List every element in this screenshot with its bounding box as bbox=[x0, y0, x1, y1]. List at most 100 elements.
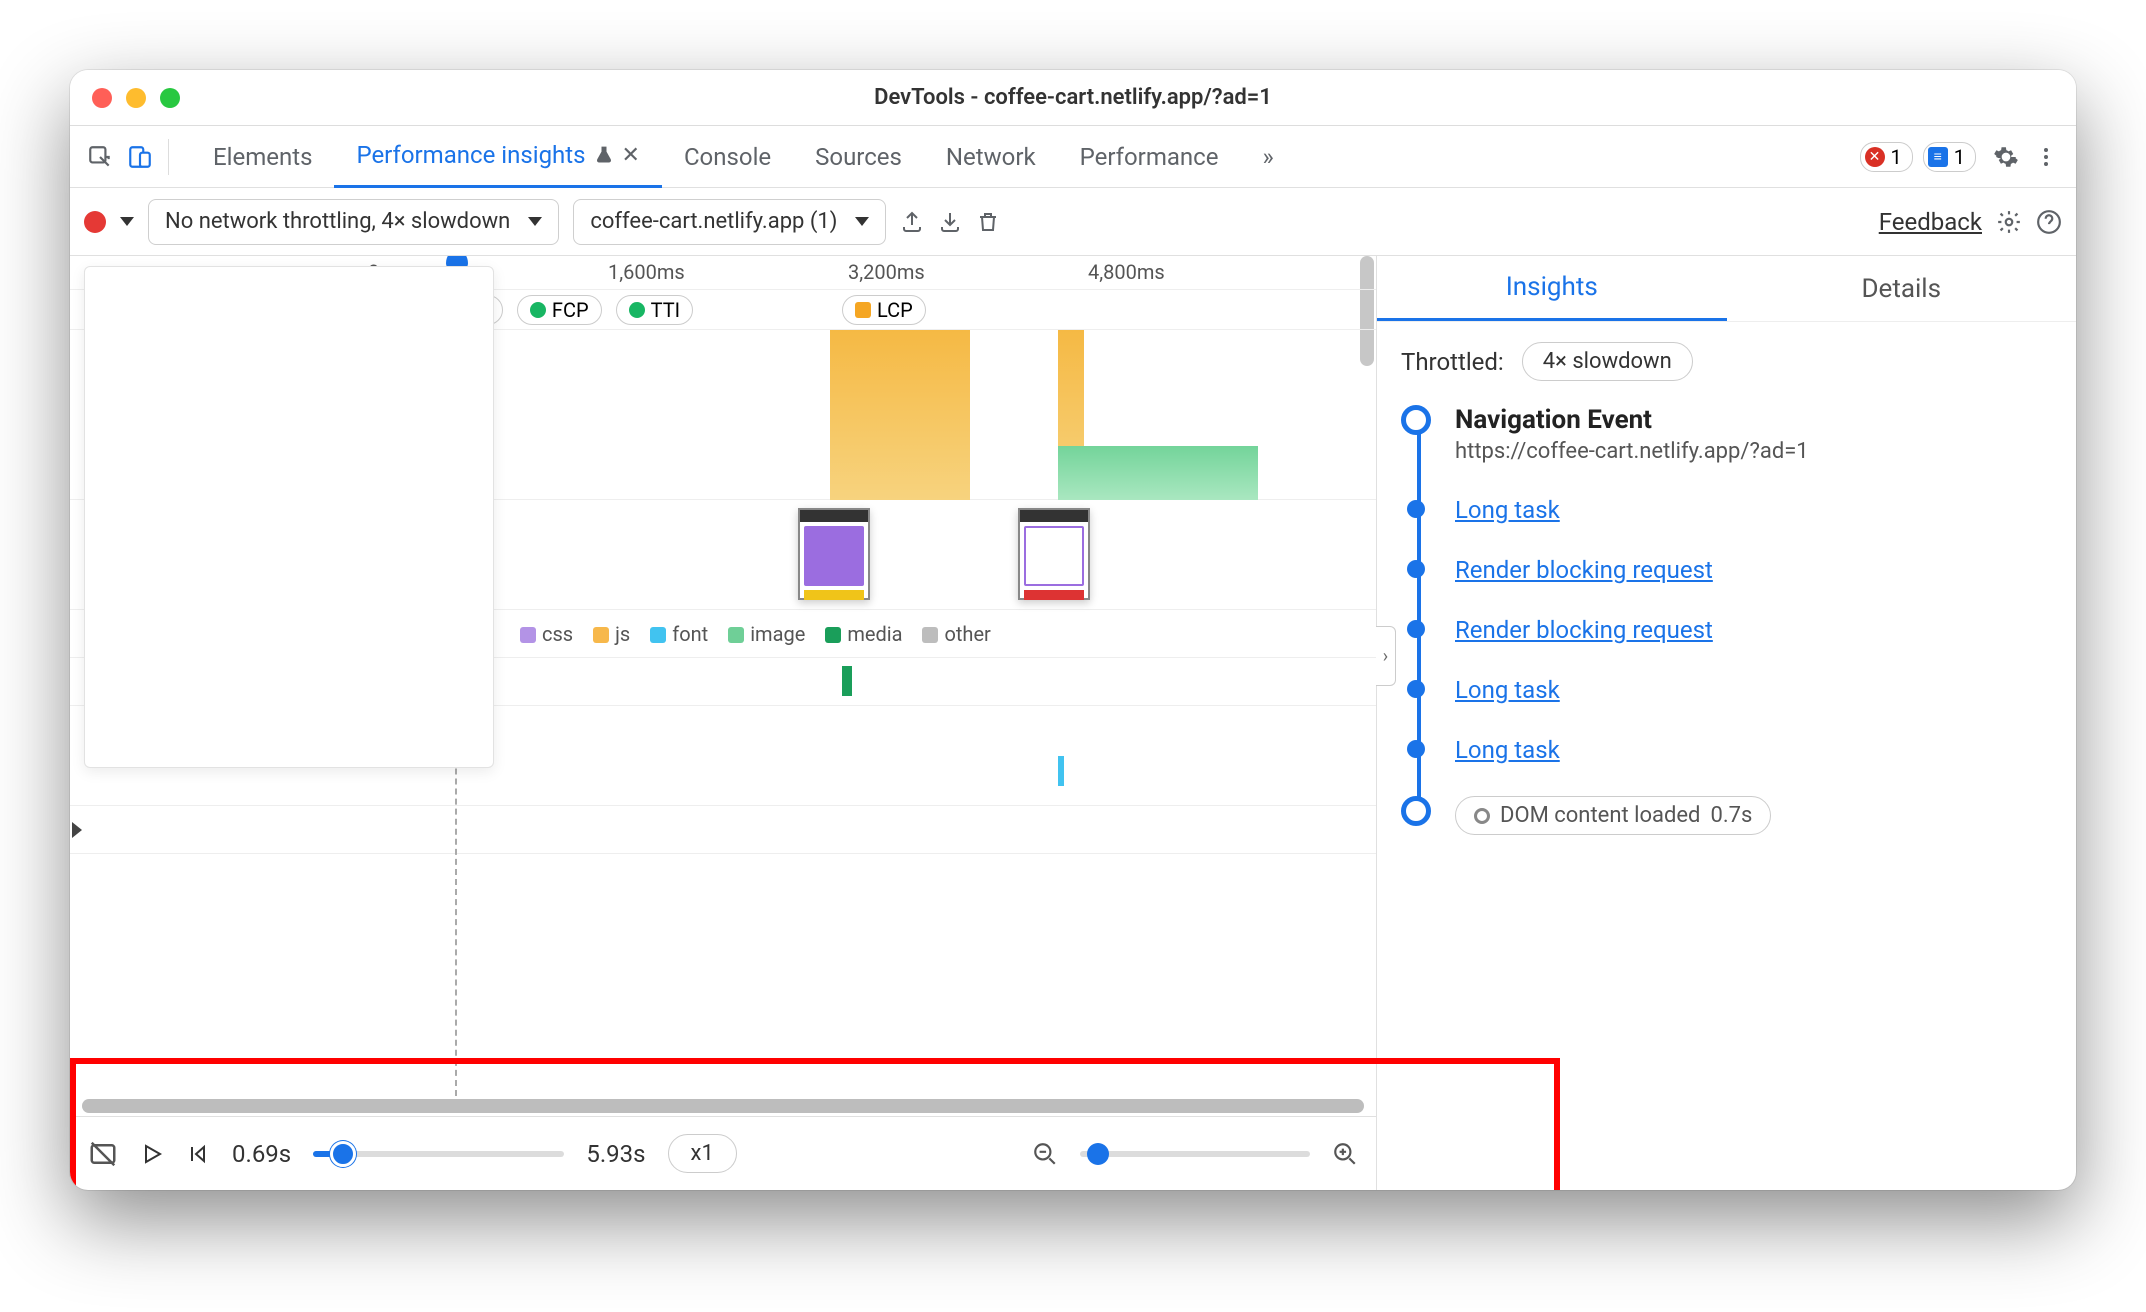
message-badge[interactable]: ≡ 1 bbox=[1923, 142, 1976, 172]
render-blocking-link[interactable]: Render blocking request bbox=[1455, 556, 1713, 584]
error-count: 1 bbox=[1891, 145, 1902, 169]
dcl-time: 0.7s bbox=[1710, 803, 1752, 828]
fcp-marker[interactable]: FCP bbox=[517, 295, 602, 325]
playback-start-time: 0.69s bbox=[232, 1140, 291, 1168]
request-bar[interactable] bbox=[842, 666, 852, 696]
tab-elements[interactable]: Elements bbox=[191, 126, 334, 188]
help-icon[interactable] bbox=[2036, 209, 2062, 235]
panel-tabs: Elements Performance insights ✕ Console … bbox=[191, 126, 1296, 188]
record-menu-caret[interactable] bbox=[120, 217, 134, 226]
tab-performance[interactable]: Performance bbox=[1058, 126, 1241, 188]
screenshot-thumb[interactable] bbox=[1018, 508, 1090, 600]
zoom-slider[interactable] bbox=[1080, 1151, 1310, 1157]
lcp-marker[interactable]: LCP bbox=[842, 295, 926, 325]
minimize-window-button[interactable] bbox=[126, 88, 146, 108]
timeline-item-longtask[interactable]: Long task bbox=[1455, 496, 2052, 524]
timeline-pane: 0ms 1,600ms 3,200ms 4,800ms DCL FCP TTI … bbox=[70, 256, 1376, 1190]
throttled-row: Throttled: 4× slowdown bbox=[1401, 342, 2052, 381]
playback-bar: 0.69s 5.93s x1 bbox=[70, 1116, 1376, 1190]
insights-toolbar: No network throttling, 4× slowdown coffe… bbox=[70, 188, 2076, 256]
timeline-dot-icon bbox=[1407, 620, 1425, 638]
tab-console[interactable]: Console bbox=[662, 126, 793, 188]
dcl-pill[interactable]: DOM content loaded 0.7s bbox=[1455, 796, 1771, 835]
kebab-menu-icon[interactable] bbox=[2026, 137, 2066, 177]
render-blocking-link[interactable]: Render blocking request bbox=[1455, 616, 1713, 644]
feedback-link[interactable]: Feedback bbox=[1879, 208, 1982, 236]
panel-settings-icon[interactable] bbox=[1996, 209, 2022, 235]
legend-css: css bbox=[520, 622, 573, 646]
titlebar: DevTools - coffee-cart.netlify.app/?ad=1 bbox=[70, 70, 2076, 126]
play-button[interactable] bbox=[140, 1142, 164, 1166]
tab-network[interactable]: Network bbox=[924, 126, 1058, 188]
render-block bbox=[830, 330, 970, 500]
devtools-window: DevTools - coffee-cart.netlify.app/?ad=1… bbox=[70, 70, 2076, 1190]
tab-details[interactable]: Details bbox=[1727, 256, 2077, 321]
tab-insights[interactable]: Insights bbox=[1377, 256, 1727, 321]
flask-icon bbox=[594, 145, 614, 165]
timeline-dot-icon bbox=[1407, 740, 1425, 758]
horizontal-scrollbar[interactable] bbox=[70, 1096, 1376, 1116]
long-task-link[interactable]: Long task bbox=[1455, 496, 1560, 524]
timeline-dot-icon bbox=[1407, 680, 1425, 698]
tti-marker[interactable]: TTI bbox=[616, 295, 693, 325]
request-bar[interactable] bbox=[1058, 756, 1064, 786]
timeline-item-longtask[interactable]: Long task bbox=[1455, 676, 2052, 704]
throttling-label: No network throttling, 4× slowdown bbox=[165, 209, 510, 234]
timeline-item-navigation[interactable]: Navigation Event https://coffee-cart.net… bbox=[1455, 405, 2052, 464]
playback-slider[interactable] bbox=[313, 1151, 564, 1157]
page-select[interactable]: coffee-cart.netlify.app (1) bbox=[573, 199, 886, 245]
timeline-item-dcl[interactable]: DOM content loaded 0.7s bbox=[1455, 796, 2052, 835]
window-title: DevTools - coffee-cart.netlify.app/?ad=1 bbox=[874, 85, 1272, 110]
long-task-link[interactable]: Long task bbox=[1455, 736, 1560, 764]
trash-icon[interactable] bbox=[976, 210, 1000, 234]
error-badge[interactable]: ✕ 1 bbox=[1860, 142, 1913, 172]
throttling-select[interactable]: No network throttling, 4× slowdown bbox=[148, 199, 559, 245]
legend-media: media bbox=[825, 622, 902, 646]
export-icon[interactable] bbox=[900, 210, 924, 234]
timeline-ring-icon bbox=[1401, 405, 1431, 435]
insights-panel: › Insights Details Throttled: 4× slowdow… bbox=[1376, 256, 2076, 1190]
devtools-tabbar: Elements Performance insights ✕ Console … bbox=[70, 126, 2076, 188]
divider bbox=[168, 139, 169, 175]
cpu-lane[interactable] bbox=[70, 806, 1376, 854]
record-button[interactable] bbox=[84, 211, 106, 233]
timeline-area[interactable]: 0ms 1,600ms 3,200ms 4,800ms DCL FCP TTI … bbox=[70, 256, 1376, 1096]
insights-timeline: Navigation Event https://coffee-cart.net… bbox=[1401, 405, 2052, 835]
timeline-dot-icon bbox=[1407, 560, 1425, 578]
timeline-item-longtask[interactable]: Long task bbox=[1455, 736, 2052, 764]
inspect-element-icon[interactable] bbox=[80, 137, 120, 177]
playback-end-time: 5.93s bbox=[586, 1140, 645, 1168]
no-screenshot-icon[interactable] bbox=[88, 1139, 118, 1169]
legend-js: js bbox=[593, 622, 630, 646]
ruler-tick: 3,200ms bbox=[848, 260, 925, 284]
timeline-ring-icon bbox=[1401, 796, 1431, 826]
main-split: 0ms 1,600ms 3,200ms 4,800ms DCL FCP TTI … bbox=[70, 256, 2076, 1190]
tab-performance-insights[interactable]: Performance insights ✕ bbox=[334, 126, 661, 188]
dcl-label: DOM content loaded bbox=[1500, 803, 1700, 828]
timeline-item-render[interactable]: Render blocking request bbox=[1455, 616, 2052, 644]
throttled-value-pill[interactable]: 4× slowdown bbox=[1522, 342, 1693, 381]
legend-font: font bbox=[650, 622, 708, 646]
close-window-button[interactable] bbox=[92, 88, 112, 108]
render-block bbox=[1058, 446, 1258, 500]
tab-sources[interactable]: Sources bbox=[793, 126, 924, 188]
timeline-item-render[interactable]: Render blocking request bbox=[1455, 556, 2052, 584]
zoom-out-icon[interactable] bbox=[1032, 1141, 1058, 1167]
tab-more[interactable]: » bbox=[1240, 126, 1295, 188]
import-icon[interactable] bbox=[938, 210, 962, 234]
zoom-in-icon[interactable] bbox=[1332, 1141, 1358, 1167]
maximize-window-button[interactable] bbox=[160, 88, 180, 108]
lane-toggle-icon[interactable] bbox=[72, 822, 82, 838]
ruler-tick: 4,800ms bbox=[1088, 260, 1165, 284]
settings-icon[interactable] bbox=[1986, 137, 2026, 177]
device-toolbar-icon[interactable] bbox=[120, 137, 160, 177]
playback-speed-button[interactable]: x1 bbox=[668, 1134, 737, 1173]
skip-start-button[interactable] bbox=[186, 1142, 210, 1166]
long-task-link[interactable]: Long task bbox=[1455, 676, 1560, 704]
close-tab-icon[interactable]: ✕ bbox=[622, 143, 640, 168]
throttled-label: Throttled: bbox=[1401, 348, 1504, 376]
dcl-circle-icon bbox=[1474, 808, 1490, 824]
screenshot-thumb[interactable] bbox=[798, 508, 870, 600]
status-badges: ✕ 1 ≡ 1 bbox=[1860, 142, 1977, 172]
legend-other: other bbox=[922, 622, 990, 646]
